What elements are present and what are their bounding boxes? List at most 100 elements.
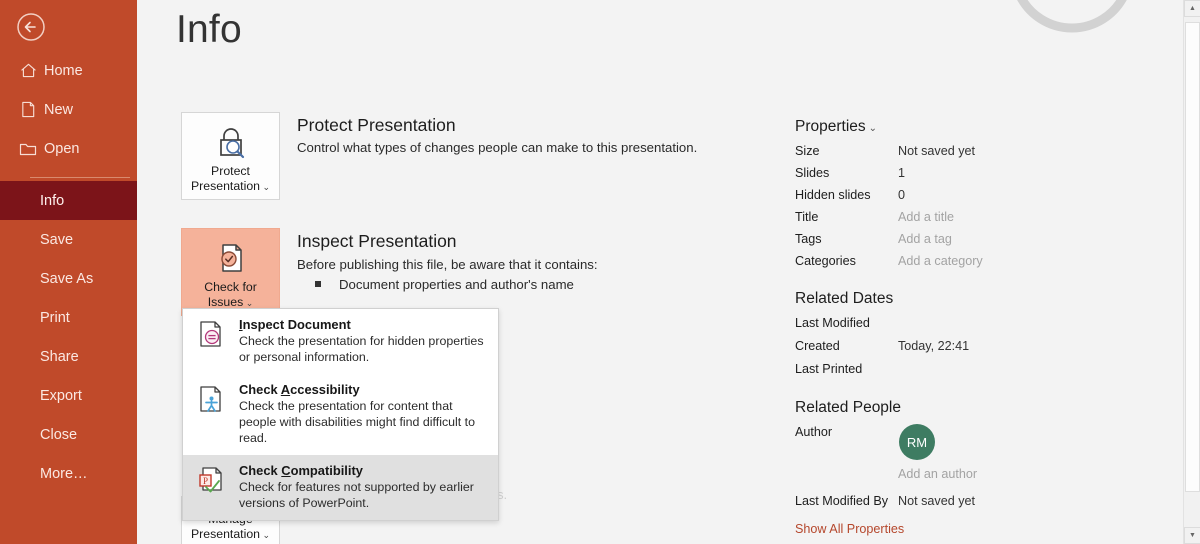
tags-input[interactable]: Add a tag xyxy=(898,232,952,246)
chevron-down-icon: ⌄ xyxy=(868,123,878,134)
inspect-section-description: Before publishing this file, be aware th… xyxy=(297,257,598,272)
related-dates-heading: Related Dates xyxy=(795,290,894,307)
sidebar-item-export[interactable]: Export xyxy=(0,376,137,415)
sidebar-item-label: Home xyxy=(44,62,83,79)
sidebar-divider xyxy=(30,177,130,178)
sidebar-item-open[interactable]: Open xyxy=(0,129,137,168)
lock-magnifier-icon xyxy=(213,122,249,162)
bullet-square-icon xyxy=(315,281,321,287)
date-key: Created xyxy=(795,339,840,353)
people-row-author: Author xyxy=(795,425,1095,447)
menu-item-check-accessibility[interactable]: Check Accessibility Check the presentati… xyxy=(183,374,498,455)
menu-item-description: Check for features not supported by earl… xyxy=(239,480,474,510)
document-check-icon xyxy=(214,238,248,278)
sidebar-item-label: Open xyxy=(44,140,80,157)
date-value: Today, 22:41 xyxy=(898,339,970,353)
sidebar-item-label: New xyxy=(44,101,74,118)
sidebar-item-save-as[interactable]: Save As xyxy=(0,259,137,298)
properties-heading[interactable]: Properties ⌄ xyxy=(795,118,877,136)
related-people-heading: Related People xyxy=(795,399,901,416)
sidebar-item-new[interactable]: New xyxy=(0,90,137,129)
protect-section-description: Control what types of changes people can… xyxy=(297,140,698,155)
vertical-scrollbar[interactable]: ▲ ▼ xyxy=(1183,0,1200,544)
scroll-up-arrow-icon[interactable]: ▲ xyxy=(1184,0,1200,17)
author-label: Author xyxy=(795,425,833,439)
protect-button-label: Protect Presentation ⌄ xyxy=(190,164,271,193)
date-row-created: Created Today, 22:41 xyxy=(795,339,1095,361)
scrollbar-thumb[interactable] xyxy=(1185,22,1200,492)
property-value: 0 xyxy=(898,188,906,202)
sidebar-item-label: Info xyxy=(40,192,65,209)
sidebar-item-label: Close xyxy=(40,426,78,443)
property-row-slides: Slides 1 xyxy=(795,166,1095,188)
chevron-down-icon: ⌄ xyxy=(243,298,254,308)
add-author-input[interactable]: Add an author xyxy=(898,467,977,481)
menu-item-title: Check Accessibility xyxy=(239,382,360,397)
title-input[interactable]: Add a title xyxy=(898,210,954,224)
property-row-title: Title Add a title xyxy=(795,210,1095,232)
sidebar-item-close[interactable]: Close xyxy=(0,415,137,454)
menu-item-inspect-document[interactable]: Inspect Document Check the presentation … xyxy=(183,309,498,374)
last-modified-by-value: Not saved yet xyxy=(898,494,976,508)
sidebar-item-print[interactable]: Print xyxy=(0,298,137,337)
page-icon xyxy=(19,101,37,119)
property-row-hidden-slides: Hidden slides 0 xyxy=(795,188,1095,210)
inspect-document-icon xyxy=(197,319,227,349)
compatibility-icon: P xyxy=(197,465,227,495)
date-key: Last Printed xyxy=(795,362,863,376)
chevron-down-icon: ⌄ xyxy=(260,182,271,192)
sidebar-item-label: Print xyxy=(40,309,70,326)
sidebar-item-label: Save xyxy=(40,231,74,248)
check-for-issues-dropdown-menu[interactable]: Inspect Document Check the presentation … xyxy=(182,308,499,521)
powerpoint-backstage-info: Home New Open Info Save Save As Print Sh… xyxy=(0,0,1200,544)
sidebar-item-more[interactable]: More… xyxy=(0,454,137,493)
home-icon xyxy=(19,62,37,80)
property-value: 1 xyxy=(898,166,906,180)
sidebar-item-label: Share xyxy=(40,348,79,365)
scroll-down-arrow-icon[interactable]: ▼ xyxy=(1184,527,1200,544)
protect-presentation-button[interactable]: Protect Presentation ⌄ xyxy=(181,112,280,200)
folder-icon xyxy=(19,140,37,158)
property-key: Slides xyxy=(795,166,830,180)
date-row-last-modified: Last Modified xyxy=(795,316,1095,338)
inspect-section-title: Inspect Presentation xyxy=(297,231,457,251)
protect-section-title: Protect Presentation xyxy=(297,115,456,135)
backstage-sidebar: Home New Open Info Save Save As Print Sh… xyxy=(0,0,137,544)
property-key: Size xyxy=(795,144,820,158)
property-row-tags: Tags Add a tag xyxy=(795,232,1095,254)
menu-item-check-compatibility[interactable]: P Check Compatibility Check for features… xyxy=(183,455,498,520)
accessibility-icon xyxy=(197,384,227,414)
property-key: Tags xyxy=(795,232,822,246)
property-key: Title xyxy=(795,210,819,224)
sidebar-item-label: More… xyxy=(40,465,88,482)
sidebar-item-label: Export xyxy=(40,387,82,404)
menu-item-title: Inspect Document xyxy=(239,317,351,332)
property-key: Hidden slides xyxy=(795,188,871,202)
check-for-issues-button[interactable]: Check for Issues ⌄ xyxy=(181,228,280,316)
people-row-last-modified-by: Last Modified By Not saved yet xyxy=(795,494,1095,516)
check-issues-button-label: Check for Issues ⌄ xyxy=(204,280,257,309)
chevron-down-icon: ⌄ xyxy=(260,529,271,540)
back-button[interactable] xyxy=(14,10,48,44)
inspect-bullet-item: Document properties and author's name xyxy=(315,277,574,292)
menu-item-description: Check the presentation for hidden proper… xyxy=(239,334,484,364)
sidebar-item-save[interactable]: Save xyxy=(0,220,137,259)
date-row-last-printed: Last Printed xyxy=(795,362,1095,384)
menu-item-title: Check Compatibility xyxy=(239,463,363,478)
property-row-size: Size Not saved yet xyxy=(795,144,1095,166)
sidebar-item-home[interactable]: Home xyxy=(0,51,137,90)
last-modified-by-label: Last Modified By xyxy=(795,494,889,508)
sidebar-item-info[interactable]: Info xyxy=(0,181,137,220)
sidebar-item-label: Save As xyxy=(40,270,94,287)
date-key: Last Modified xyxy=(795,316,870,330)
svg-text:P: P xyxy=(203,476,208,486)
back-arrow-icon xyxy=(17,13,45,41)
avatar[interactable]: RM xyxy=(899,424,935,460)
property-key: Categories xyxy=(795,254,856,268)
menu-item-description: Check the presentation for content that … xyxy=(239,399,476,445)
show-all-properties-link[interactable]: Show All Properties xyxy=(795,522,904,536)
categories-input[interactable]: Add a category xyxy=(898,254,983,268)
property-value: Not saved yet xyxy=(898,144,976,158)
property-row-categories: Categories Add a category xyxy=(795,254,1095,276)
sidebar-item-share[interactable]: Share xyxy=(0,337,137,376)
